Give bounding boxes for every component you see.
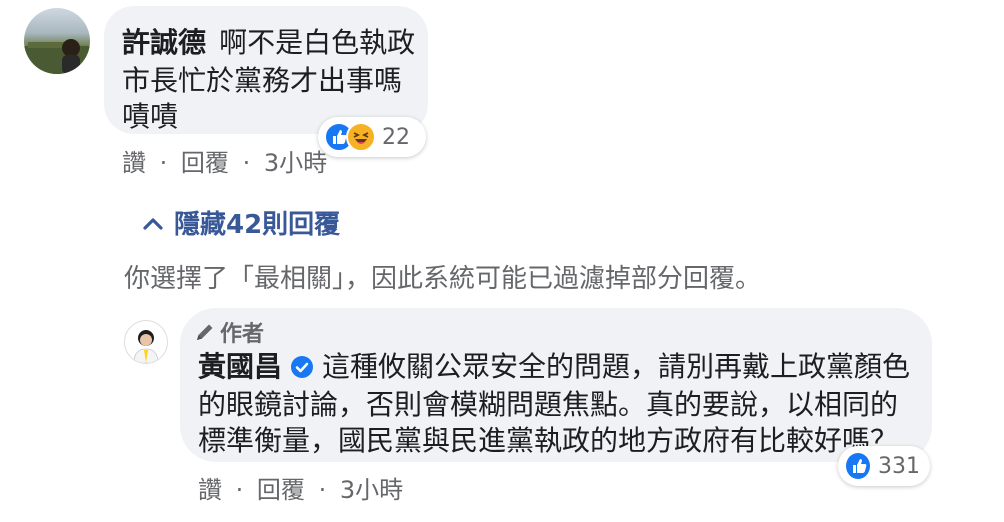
author-badge-label: 作者 <box>220 322 265 347</box>
comment-text-line: 這種攸關公眾安全的問題，請別再戴上政黨顏色 <box>322 350 911 383</box>
comment-actions: 讚 · 回覆 · 3小時 <box>122 143 327 178</box>
reaction-count: 22 <box>382 124 410 150</box>
reaction-summary[interactable]: 331 <box>838 446 930 486</box>
separator: · <box>159 149 168 177</box>
comment-actions: 讚 · 回覆 · 3小時 <box>198 470 403 505</box>
like-link[interactable]: 讚 <box>198 470 222 505</box>
hide-replies-label: 隱藏42則回覆 <box>174 210 341 240</box>
comment-author[interactable]: 黃國昌 <box>198 348 282 386</box>
avatar-photo <box>133 330 159 363</box>
reaction-count: 331 <box>878 453 920 479</box>
reply-link[interactable]: 回覆 <box>257 470 305 505</box>
comment-bubble: 作者 黃國昌 這種攸關公眾安全的問題，請別再戴上政黨顏色 的眼鏡討論，否則會模糊… <box>180 308 932 462</box>
separator: · <box>235 476 244 504</box>
comment-text-line: 市長忙於黨務才出事嗎 <box>122 64 403 97</box>
haha-reaction-icon <box>346 122 376 152</box>
commenter-avatar[interactable] <box>24 8 90 74</box>
verified-badge-icon <box>290 355 314 379</box>
like-link[interactable]: 讚 <box>122 143 146 178</box>
comment-text-line: 標準衡量，國民黨與民進黨執政的地方政府有比較好嗎？ <box>198 424 899 457</box>
comment-text-line: 嘖嘖 <box>122 100 179 133</box>
separator: · <box>242 149 251 177</box>
timestamp-link[interactable]: 3小時 <box>264 143 327 178</box>
comment-author[interactable]: 許誠德 <box>122 26 206 59</box>
hide-replies-toggle[interactable]: 隱藏42則回覆 <box>142 204 340 241</box>
like-reaction-icon <box>844 451 872 481</box>
chevron-up-icon <box>142 212 164 234</box>
avatar-photo <box>24 39 90 74</box>
timestamp-link[interactable]: 3小時 <box>340 470 403 505</box>
filter-notice: 你選擇了「最相關」，因此系統可能已過濾掉部分回覆。 <box>124 264 762 294</box>
comment-text-line: 啊不是白色執政 <box>219 26 416 59</box>
author-badge: 作者 <box>194 316 264 348</box>
author-avatar[interactable] <box>124 320 168 364</box>
pencil-icon <box>194 321 216 343</box>
comment-bubble: 許誠德 啊不是白色執政 市長忙於黨務才出事嗎 嘖嘖 <box>104 6 428 134</box>
reaction-summary[interactable]: 22 <box>318 117 426 157</box>
separator: · <box>318 476 327 504</box>
reply-link[interactable]: 回覆 <box>181 143 229 178</box>
comment-text-line: 的眼鏡討論，否則會模糊問題焦點。真的要說，以相同的 <box>198 388 899 421</box>
